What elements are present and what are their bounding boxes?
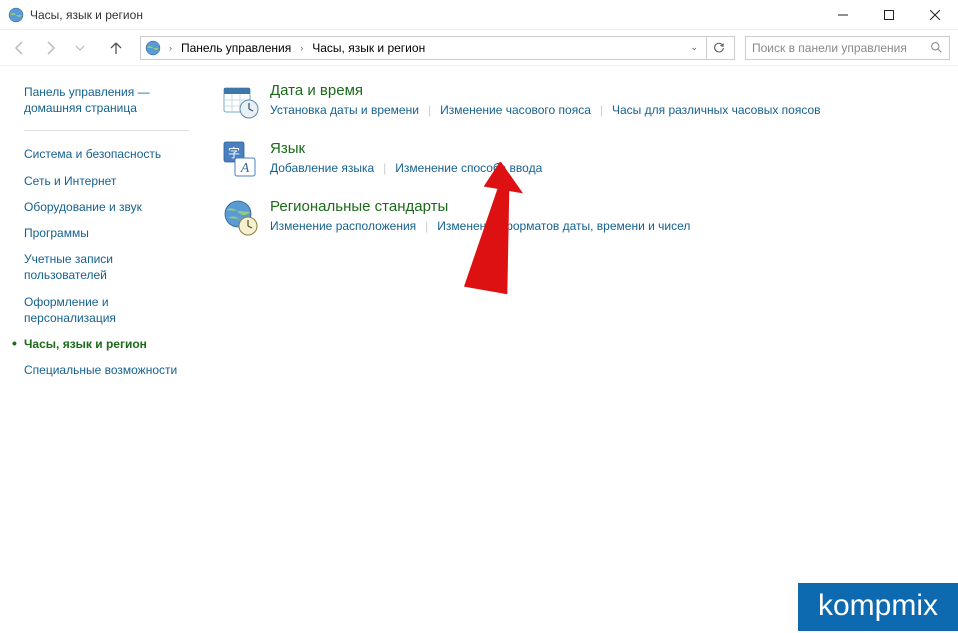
chevron-right-icon[interactable]: ›	[298, 43, 305, 53]
divider: |	[591, 103, 612, 117]
link-change-location[interactable]: Изменение расположения	[270, 218, 416, 234]
address-dropdown[interactable]: ⌄	[686, 42, 702, 53]
sidebar-item-programs[interactable]: Программы	[24, 220, 194, 246]
recent-dropdown[interactable]	[68, 36, 92, 60]
titlebar: Часы, язык и регион	[0, 0, 958, 30]
sidebar: Панель управления — домашняя страница Си…	[0, 66, 210, 633]
link-set-date-time[interactable]: Установка даты и времени	[270, 102, 419, 118]
watermark: kompmix	[798, 583, 958, 631]
window-title: Часы, язык и регион	[30, 8, 820, 22]
category-title[interactable]: Региональные стандарты	[270, 198, 938, 215]
maximize-button[interactable]	[866, 0, 912, 30]
link-change-input-method[interactable]: Изменение способа ввода	[395, 160, 542, 176]
sidebar-item-user-accounts[interactable]: Учетные записи пользователей	[24, 246, 194, 288]
category-language: 字 A Язык Добавление языка | Изменение сп…	[220, 140, 938, 180]
category-region: Региональные стандарты Изменение располо…	[220, 198, 938, 238]
sidebar-item-accessibility[interactable]: Специальные возможности	[24, 357, 194, 383]
forward-button[interactable]	[38, 36, 62, 60]
breadcrumb-root[interactable]: Панель управления	[178, 40, 294, 56]
address-bar[interactable]: › Панель управления › Часы, язык и регио…	[140, 36, 735, 60]
up-button[interactable]	[104, 36, 128, 60]
svg-text:A: A	[240, 161, 250, 176]
sidebar-item-clock-language-region[interactable]: Часы, язык и регион	[24, 331, 194, 357]
chevron-right-icon[interactable]: ›	[167, 43, 174, 53]
category-date-time: Дата и время Установка даты и времени | …	[220, 82, 938, 122]
control-panel-icon	[8, 7, 24, 23]
content-area: Дата и время Установка даты и времени | …	[210, 66, 958, 633]
sidebar-item-network-internet[interactable]: Сеть и Интернет	[24, 168, 194, 194]
divider	[24, 130, 189, 131]
back-button[interactable]	[8, 36, 32, 60]
language-icon: 字 A	[220, 140, 260, 180]
category-title[interactable]: Язык	[270, 140, 938, 157]
link-additional-clocks[interactable]: Часы для различных часовых поясов	[612, 102, 821, 118]
window-controls	[820, 0, 958, 30]
refresh-button[interactable]	[706, 37, 730, 59]
clock-calendar-icon	[220, 82, 260, 122]
divider: |	[374, 161, 395, 175]
navigation-bar: › Панель управления › Часы, язык и регио…	[0, 30, 958, 66]
sidebar-home-link[interactable]: Панель управления — домашняя страница	[24, 84, 200, 116]
link-change-timezone[interactable]: Изменение часового пояса	[440, 102, 591, 118]
sidebar-item-hardware-sound[interactable]: Оборудование и звук	[24, 194, 194, 220]
search-input[interactable]: Поиск в панели управления	[745, 36, 950, 60]
search-icon	[930, 41, 943, 54]
search-placeholder: Поиск в панели управления	[752, 41, 930, 55]
globe-clock-icon	[220, 198, 260, 238]
close-button[interactable]	[912, 0, 958, 30]
sidebar-item-system-security[interactable]: Система и безопасность	[24, 141, 194, 167]
minimize-button[interactable]	[820, 0, 866, 30]
link-add-language[interactable]: Добавление языка	[270, 160, 374, 176]
control-panel-icon	[145, 40, 161, 56]
body: Панель управления — домашняя страница Си…	[0, 66, 958, 633]
divider: |	[416, 219, 437, 233]
category-title[interactable]: Дата и время	[270, 82, 938, 99]
breadcrumb-current[interactable]: Часы, язык и регион	[309, 40, 428, 56]
link-change-formats[interactable]: Изменение форматов даты, времени и чисел	[437, 218, 690, 234]
divider: |	[419, 103, 440, 117]
sidebar-item-appearance[interactable]: Оформление и персонализация	[24, 289, 194, 331]
